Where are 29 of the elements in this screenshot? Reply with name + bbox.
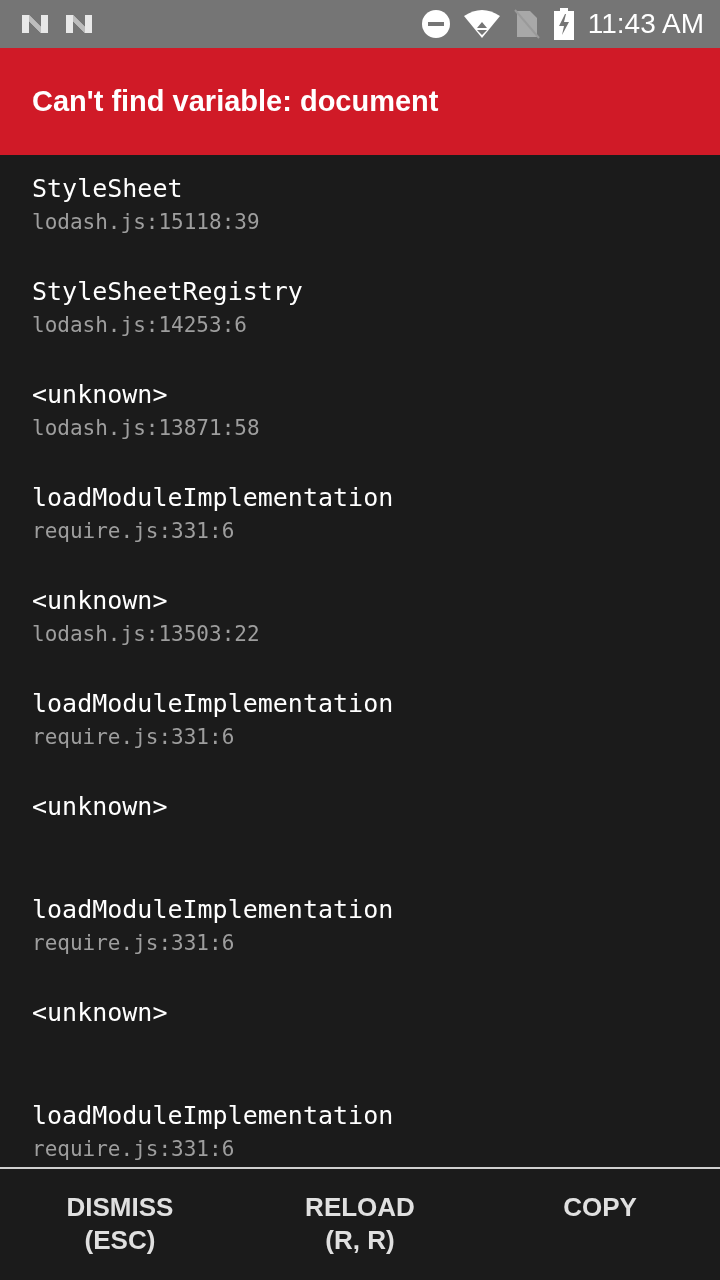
stack-location: lodash.js:15118:39 <box>32 209 261 236</box>
footer-button[interactable]: COPY <box>480 1169 720 1280</box>
stack-location: require.js:331:6 <box>32 724 236 751</box>
notification-icon <box>20 13 50 35</box>
no-sim-icon <box>513 9 540 39</box>
do-not-disturb-icon <box>421 10 450 38</box>
stack-location: lodash.js:13871:58 <box>32 415 261 442</box>
stack-location: lodash.js:13503:22 <box>32 621 261 648</box>
battery-charging-icon <box>553 8 574 40</box>
error-title: Can't find variable: document <box>32 85 439 118</box>
stack-method: loadModuleImplementation <box>32 894 394 926</box>
footer-button[interactable]: RELOAD (R, R) <box>240 1169 480 1280</box>
stack-location: require.js:331:6 <box>32 518 236 545</box>
stack-method: loadModuleImplementation <box>32 688 394 720</box>
stack-method: <unknown> <box>32 791 168 823</box>
stack-method: StyleSheetRegistry <box>32 276 303 308</box>
stack-method: StyleSheet <box>32 173 183 205</box>
stack-method: <unknown> <box>32 997 168 1029</box>
footer-button[interactable]: DISMISS (ESC) <box>0 1169 240 1280</box>
stack-method: loadModuleImplementation <box>32 482 394 514</box>
stack-location: require.js:331:6 <box>32 1136 236 1163</box>
wifi-icon <box>463 10 500 38</box>
clock-time: 11:43 AM <box>587 8 704 40</box>
stack-method: loadModuleImplementation <box>32 1100 394 1132</box>
stack-location: lodash.js:14253:6 <box>32 312 248 339</box>
notification-icon <box>64 13 94 35</box>
stack-method: <unknown> <box>32 585 168 617</box>
stack-method: <unknown> <box>32 379 168 411</box>
stack-location: require.js:331:6 <box>32 930 236 957</box>
